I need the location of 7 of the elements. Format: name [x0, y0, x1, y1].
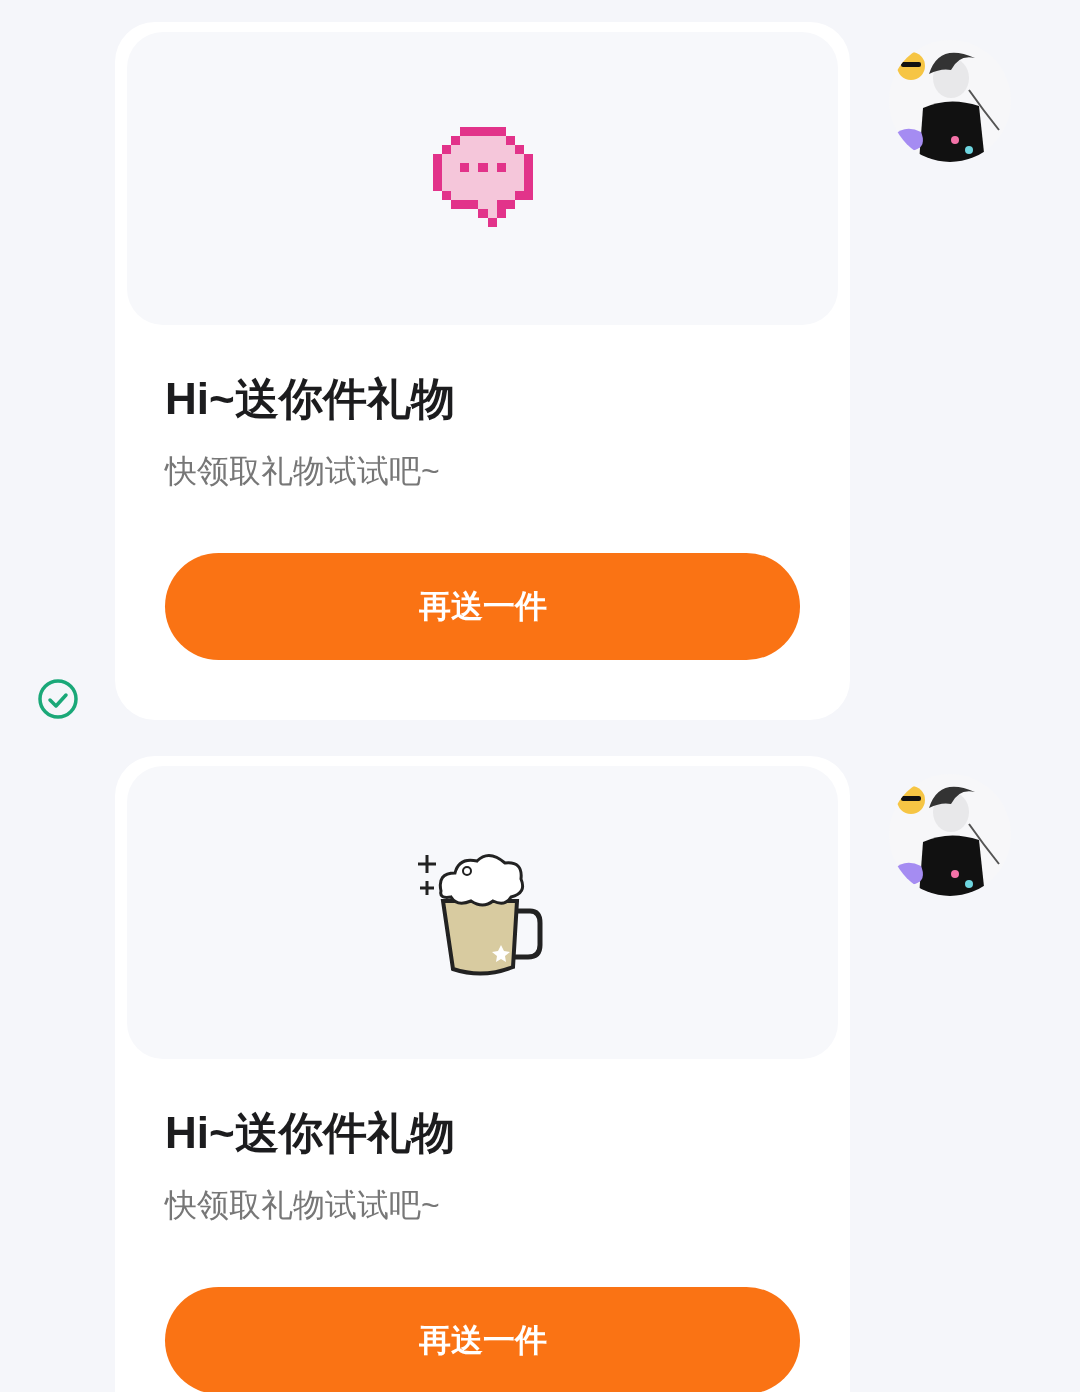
gift-subtitle: 快领取礼物试试吧~ [165, 452, 441, 491]
send-again-button[interactable]: 再送一件 [165, 553, 800, 660]
gift-title: Hi~送你件礼物 [165, 1107, 456, 1159]
gift-subtitle: 快领取礼物试试吧~ [165, 1186, 441, 1225]
gift-title: Hi~送你件礼物 [165, 373, 456, 425]
send-again-button[interactable]: 再送一件 [165, 1287, 800, 1392]
sent-check-icon [36, 678, 79, 720]
